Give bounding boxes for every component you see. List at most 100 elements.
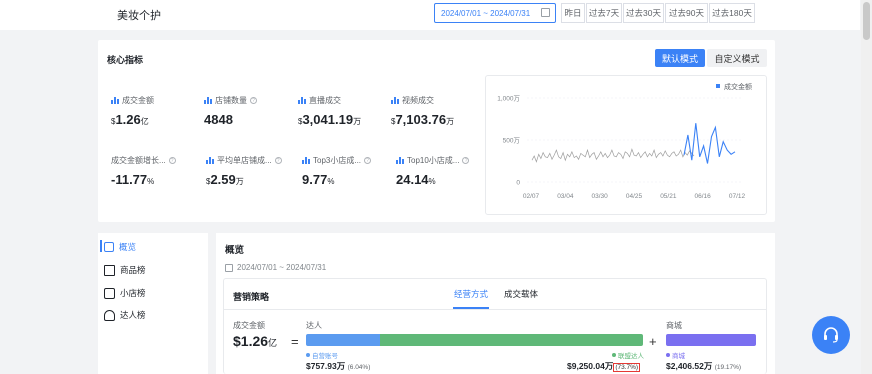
gmv-total: $1.26亿 bbox=[233, 333, 277, 349]
help-icon[interactable]: ? bbox=[250, 97, 257, 104]
sidebar-item-overview[interactable]: 概览 bbox=[104, 241, 136, 253]
metric-unit: 亿 bbox=[140, 117, 149, 126]
metric-value: 2.59 bbox=[210, 172, 236, 187]
range-yesterday-button[interactable]: 昨日 bbox=[561, 3, 585, 23]
date-range-picker[interactable]: 2024/07/01 ~ 2024/07/31 bbox=[434, 3, 556, 23]
equals-sign: = bbox=[291, 334, 299, 349]
value-pct: (19.17%) bbox=[714, 364, 742, 371]
mall-bar[interactable] bbox=[666, 334, 756, 346]
legend-label: 商城 bbox=[672, 353, 685, 360]
overview-title: 概览 bbox=[225, 245, 245, 256]
range-180days-button[interactable]: 过去180天 bbox=[709, 3, 755, 23]
gmv-unit: 亿 bbox=[268, 338, 278, 348]
range-7days-button[interactable]: 过去7天 bbox=[586, 3, 622, 23]
affiliate-influencer-bar[interactable] bbox=[380, 334, 643, 346]
custom-mode-button[interactable]: 自定义模式 bbox=[707, 49, 767, 67]
y-tick-label: 1,000万 bbox=[497, 95, 520, 103]
affiliate-legend: 联盟达人 bbox=[612, 350, 644, 360]
default-mode-button[interactable]: 默认模式 bbox=[655, 49, 705, 67]
x-tick-label: 07/12 bbox=[729, 193, 746, 200]
range-90days-button[interactable]: 过去90天 bbox=[665, 3, 708, 23]
cube-icon bbox=[104, 264, 115, 276]
metric-unit: 万 bbox=[353, 117, 362, 126]
bar-chart-icon bbox=[204, 97, 212, 104]
self-account-bar[interactable] bbox=[306, 334, 380, 346]
series-line-current bbox=[683, 123, 736, 164]
store-icon bbox=[104, 287, 115, 299]
overview-date: 2024/07/01 ~ 2024/07/31 bbox=[225, 263, 326, 272]
legend-swatch bbox=[716, 84, 720, 88]
metric-label: 平均单店铺成... bbox=[217, 156, 272, 165]
metric-label: 成交金额 bbox=[122, 96, 154, 105]
help-icon[interactable]: ? bbox=[462, 157, 470, 164]
scrollbar-track[interactable] bbox=[861, 0, 872, 374]
legend-dot bbox=[612, 353, 616, 357]
x-tick-label: 05/21 bbox=[660, 193, 677, 200]
legend-label: 自营账号 bbox=[312, 353, 338, 360]
customer-support-button[interactable] bbox=[812, 316, 850, 354]
metric-unit: % bbox=[327, 177, 335, 186]
x-tick-label: 03/04 bbox=[557, 193, 574, 200]
sidebar-item-products[interactable]: 商品榜 bbox=[104, 264, 146, 276]
legend-label: 联盟达人 bbox=[618, 353, 644, 360]
metric-value: 1.26 bbox=[115, 112, 141, 127]
series-line-history bbox=[531, 148, 695, 163]
metric-label: 视频成交 bbox=[402, 96, 434, 105]
gmv-trend-chart[interactable]: 成交金额 1,000万 500万 002/07 03/04 03/30 04/25 05/21… bbox=[485, 75, 767, 215]
value-text: $9,250.04万 bbox=[567, 361, 614, 371]
date-range-text: 2024/07/01 ~ 2024/07/31 bbox=[441, 8, 531, 18]
sidebar bbox=[98, 233, 208, 374]
metric-value: 3,041.19 bbox=[302, 112, 354, 127]
metric-avg-store-gmv[interactable]: 平均单店铺成...? $2.59万 bbox=[206, 155, 282, 187]
metric-video-sales[interactable]: 视频成交 $7,103.76万 bbox=[391, 95, 454, 127]
sidebar-item-shops[interactable]: 小店榜 bbox=[104, 287, 146, 299]
legend-dot bbox=[306, 353, 310, 357]
metric-unit: % bbox=[147, 177, 155, 186]
scrollbar-thumb[interactable] bbox=[863, 2, 870, 40]
metric-unit: 万 bbox=[235, 177, 244, 186]
metric-label: 成交金额增长... bbox=[111, 156, 166, 165]
metric-gmv-growth[interactable]: 成交金额增长...? -11.77% bbox=[111, 155, 176, 187]
influencer-label: 达人 bbox=[306, 321, 322, 330]
overview-date-text: 2024/07/01 ~ 2024/07/31 bbox=[237, 263, 327, 272]
x-tick-label: 04/25 bbox=[626, 193, 643, 200]
metric-label: 直播成交 bbox=[309, 96, 341, 105]
metric-value: 4848 bbox=[204, 112, 233, 127]
help-icon[interactable]: ? bbox=[274, 157, 282, 164]
x-tick-label: 06/16 bbox=[695, 193, 712, 200]
bar-chart-icon bbox=[302, 157, 310, 164]
gmv-value: 1.26 bbox=[240, 333, 269, 349]
metric-top3-share[interactable]: Top3小店成...? 9.77% bbox=[302, 155, 372, 187]
page-title: 美妆个护 bbox=[117, 10, 161, 22]
metric-label: 店铺数量 bbox=[215, 96, 247, 105]
overview-icon bbox=[104, 242, 114, 252]
tab-business-mode[interactable]: 经营方式 bbox=[454, 288, 488, 300]
value-text: $757.93万 bbox=[306, 361, 346, 371]
tab-sales-carrier[interactable]: 成交载体 bbox=[504, 288, 538, 300]
user-icon bbox=[104, 309, 115, 321]
sidebar-item-influencers[interactable]: 达人榜 bbox=[104, 309, 146, 321]
bar-chart-icon bbox=[298, 97, 306, 104]
metric-live-sales[interactable]: 直播成交 $3,041.19万 bbox=[298, 95, 361, 127]
metric-top10-share[interactable]: Top10小店成...? 24.14% bbox=[396, 155, 470, 187]
self-account-value: $757.93万 (6.04%) bbox=[306, 360, 370, 372]
value-pct: (6.04%) bbox=[347, 364, 371, 371]
metric-gmv[interactable]: 成交金额 $1.26亿 bbox=[111, 95, 154, 127]
metric-unit: 万 bbox=[446, 117, 455, 126]
metric-store-count[interactable]: 店铺数量? 4848 bbox=[204, 95, 257, 127]
value-text: $2,406.52万 bbox=[666, 361, 713, 371]
highlighted-pct: (73.7%) bbox=[613, 363, 641, 372]
help-icon[interactable]: ? bbox=[168, 157, 176, 164]
plus-sign: + bbox=[649, 334, 657, 349]
y-tick-label: 500万 bbox=[503, 137, 521, 145]
y-tick-label: 0 bbox=[516, 180, 520, 187]
bar-chart-icon bbox=[111, 97, 119, 104]
metric-label: Top10小店成... bbox=[407, 156, 460, 165]
calendar-icon bbox=[541, 8, 550, 17]
mall-label: 商城 bbox=[666, 321, 682, 330]
help-icon[interactable]: ? bbox=[364, 157, 372, 164]
range-30days-button[interactable]: 过去30天 bbox=[623, 3, 664, 23]
divider bbox=[223, 309, 767, 310]
metric-label: Top3小店成... bbox=[313, 156, 362, 165]
metric-unit: % bbox=[428, 177, 436, 186]
